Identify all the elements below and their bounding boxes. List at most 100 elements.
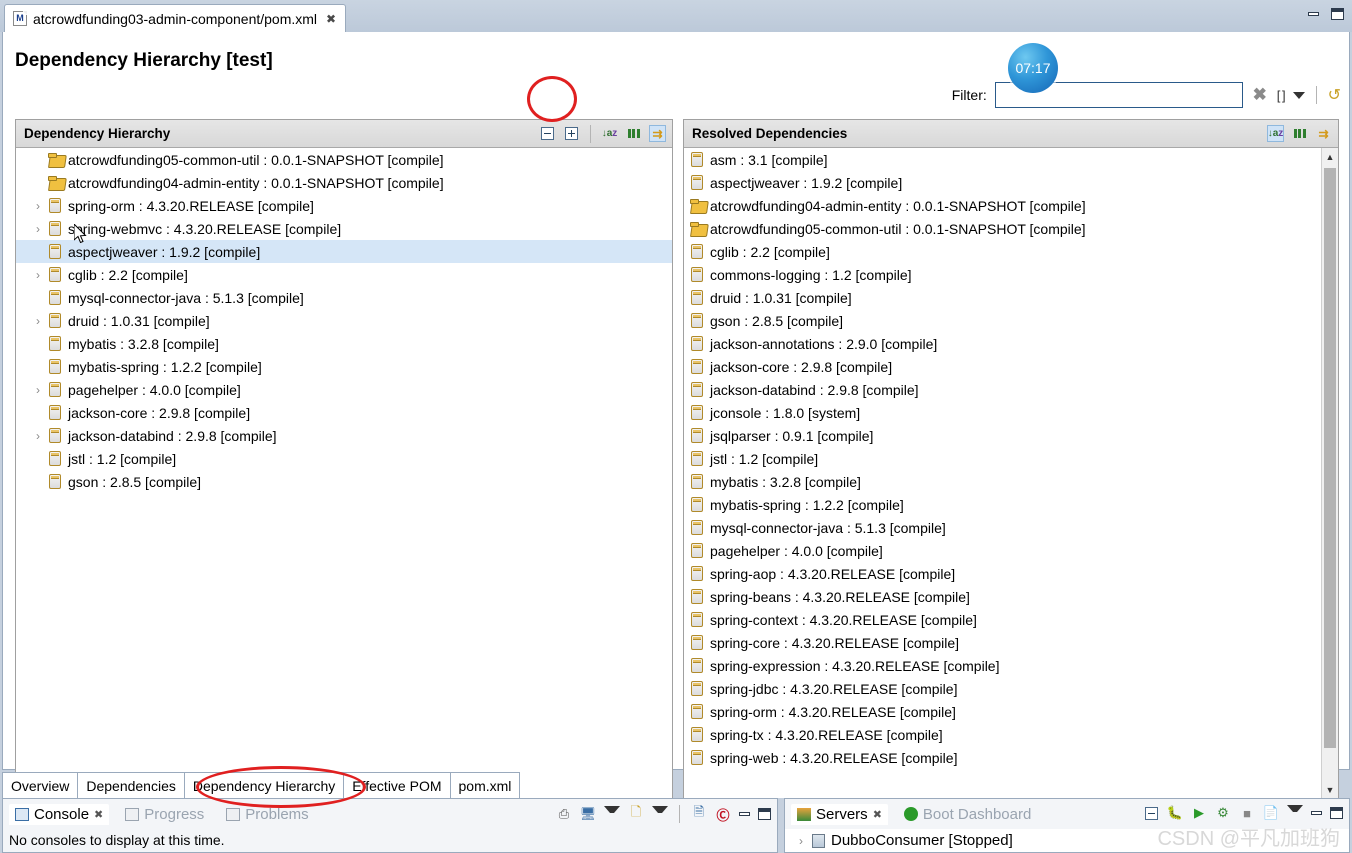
sort-az-button[interactable]: ↓az [601,125,618,142]
close-icon[interactable]: ✖ [873,808,882,821]
resolved-dependency-row[interactable]: atcrowdfunding05-common-util : 0.0.1-SNA… [684,217,1320,240]
maximize-icon[interactable] [1330,807,1343,819]
dependency-hierarchy-tree[interactable]: atcrowdfunding05-common-util : 0.0.1-SNA… [16,148,672,798]
resolved-dependency-row[interactable]: aspectjweaver : 1.9.2 [compile] [684,171,1320,194]
publish-icon[interactable]: 📄 [1263,805,1279,821]
resolved-dependency-row[interactable]: spring-orm : 4.3.20.RELEASE [compile] [684,700,1320,723]
resolved-dependency-row[interactable]: pagehelper : 4.0.0 [compile] [684,539,1320,562]
minimize-icon[interactable] [1308,12,1319,16]
resolved-dependency-row[interactable]: jackson-databind : 2.9.8 [compile] [684,378,1320,401]
servers-tab-servers[interactable]: Servers ✖ [791,803,888,825]
resolved-dependency-row[interactable]: jackson-core : 2.9.8 [compile] [684,355,1320,378]
dependency-tree-row[interactable]: mybatis-spring : 1.2.2 [compile] [16,355,672,378]
editor-tab-pom-xml[interactable]: M atcrowdfunding03-admin-component/pom.x… [4,4,347,32]
clear-icon[interactable]: ✖ [1251,85,1269,105]
expand-arrow-icon[interactable]: › [30,383,46,397]
show-groupid-button[interactable] [1291,125,1308,142]
resolved-dependency-row[interactable]: jstl : 1.2 [compile] [684,447,1320,470]
maximize-icon[interactable] [1331,8,1344,20]
chevron-down-icon[interactable] [604,806,620,822]
stop-icon[interactable]: ■ [1239,805,1255,821]
resolved-dependency-row[interactable]: cglib : 2.2 [compile] [684,240,1320,263]
scroll-down-button[interactable]: ▼ [1322,781,1338,798]
form-tab-dependencies[interactable]: Dependencies [77,772,185,798]
pom-editor-page-tabs[interactable]: Overview Dependencies Dependency Hierarchy… [2,772,521,798]
resolved-dependency-row[interactable]: spring-web : 4.3.20.RELEASE [compile] [684,746,1320,769]
debug-icon[interactable]: 🐛 [1167,805,1183,821]
open-console-icon[interactable]: ⎙ [556,806,572,822]
console-tab-progress[interactable]: Progress [119,804,210,825]
dependency-tree-row[interactable]: › spring-webmvc : 4.3.20.RELEASE [compile… [16,217,672,240]
chevron-down-icon[interactable] [652,806,668,822]
resolved-dependency-row[interactable]: spring-context : 4.3.20.RELEASE [compile… [684,608,1320,631]
dependency-tree-row[interactable]: mybatis : 3.2.8 [compile] [16,332,672,355]
resolved-dependency-row[interactable]: jsqlparser : 0.9.1 [compile] [684,424,1320,447]
resolved-dependency-row[interactable]: mybatis : 3.2.8 [compile] [684,470,1320,493]
expand-arrow-icon[interactable]: › [30,222,46,236]
view-menu-icon[interactable]: 🗎 [691,804,707,822]
dependency-tree-row[interactable]: atcrowdfunding05-common-util : 0.0.1-SNA… [16,148,672,171]
brackets-icon[interactable]: [ ] [1277,88,1286,103]
scrollbar-thumb[interactable] [1324,168,1336,748]
resolved-dependency-row[interactable]: spring-expression : 4.3.20.RELEASE [comp… [684,654,1320,677]
collapse-all-button[interactable] [539,125,556,142]
start-icon[interactable]: ▶ [1191,805,1207,821]
resolved-dependency-row[interactable]: asm : 3.1 [compile] [684,148,1320,171]
profile-icon[interactable]: ⚙ [1215,805,1231,821]
chevron-down-icon[interactable] [1292,91,1305,99]
expand-arrow-icon[interactable]: › [793,834,809,848]
dependency-tree-row[interactable]: › jackson-databind : 2.9.8 [compile] [16,424,672,447]
sort-az-button[interactable]: ↓az [1267,125,1284,142]
resolved-dependency-row[interactable]: commons-logging : 1.2 [compile] [684,263,1320,286]
collapse-all-icon[interactable] [1143,805,1159,821]
resolved-dependency-row[interactable]: druid : 1.0.31 [compile] [684,286,1320,309]
minimize-icon[interactable] [1311,811,1322,815]
vertical-scrollbar[interactable]: ▲ ▼ [1321,148,1338,798]
console-tab-problems[interactable]: Problems [220,804,314,825]
expand-arrow-icon[interactable]: › [30,314,46,328]
new-console-icon[interactable]: 🗋 [628,804,644,822]
form-tab-effective-pom[interactable]: Effective POM [343,772,451,798]
expand-arrow-icon[interactable]: › [30,199,46,213]
dependency-tree-row[interactable]: › druid : 1.0.31 [compile] [16,309,672,332]
dependency-tree-row[interactable]: atcrowdfunding04-admin-entity : 0.0.1-SN… [16,171,672,194]
resolved-dependency-row[interactable]: gson : 2.8.5 [compile] [684,309,1320,332]
dependency-tree-row[interactable]: mysql-connector-java : 5.1.3 [compile] [16,286,672,309]
form-tab-pom-xml[interactable]: pom.xml [449,772,521,798]
maximize-icon[interactable] [758,808,771,820]
refresh-icon[interactable]: ↺ [1328,85,1341,105]
close-icon[interactable]: ✖ [94,808,103,821]
chevron-down-icon[interactable] [1287,805,1303,821]
display-console-icon[interactable]: 🖥 [580,806,597,822]
dependency-tree-row[interactable]: aspectjweaver : 1.9.2 [compile] [16,240,672,263]
form-tab-overview[interactable]: Overview [2,772,79,798]
resolved-dependencies-list[interactable]: asm : 3.1 [compile] aspectjweaver : 1.9.2… [684,148,1320,798]
console-tab-console[interactable]: Console ✖ [9,803,110,825]
expand-arrow-icon[interactable]: › [30,268,46,282]
expand-arrow-icon[interactable]: › [30,429,46,443]
scroll-up-button[interactable]: ▲ [1322,148,1338,165]
resolved-dependency-row[interactable]: spring-jdbc : 4.3.20.RELEASE [compile] [684,677,1320,700]
resolved-dependency-row[interactable]: jackson-annotations : 2.9.0 [compile] [684,332,1320,355]
form-tab-dependency-hierarchy[interactable]: Dependency Hierarchy [183,772,345,798]
link-with-editor-button[interactable]: ⇉ [1315,125,1332,142]
link-with-editor-button[interactable]: ⇉ [649,125,666,142]
expand-all-button[interactable] [563,125,580,142]
resolved-dependency-row[interactable]: spring-beans : 4.3.20.RELEASE [compile] [684,585,1320,608]
dependency-tree-row[interactable]: › cglib : 2.2 [compile] [16,263,672,286]
dependency-tree-row[interactable]: gson : 2.8.5 [compile] [16,470,672,493]
circle-a-icon[interactable]: Ⓒ [715,806,731,823]
resolved-dependency-row[interactable]: atcrowdfunding04-admin-entity : 0.0.1-SN… [684,194,1320,217]
dependency-tree-row[interactable]: jackson-core : 2.9.8 [compile] [16,401,672,424]
dependency-tree-row[interactable]: jstl : 1.2 [compile] [16,447,672,470]
resolved-dependency-row[interactable]: mysql-connector-java : 5.1.3 [compile] [684,516,1320,539]
resolved-dependency-row[interactable]: spring-tx : 4.3.20.RELEASE [compile] [684,723,1320,746]
servers-tab-boot-dashboard[interactable]: Boot Dashboard [898,804,1037,825]
dependency-tree-row[interactable]: › pagehelper : 4.0.0 [compile] [16,378,672,401]
minimize-icon[interactable] [739,812,750,816]
resolved-dependency-row[interactable]: spring-core : 4.3.20.RELEASE [compile] [684,631,1320,654]
show-groupid-button[interactable] [625,125,642,142]
resolved-dependency-row[interactable]: mybatis-spring : 1.2.2 [compile] [684,493,1320,516]
dependency-tree-row[interactable]: › spring-orm : 4.3.20.RELEASE [compile] [16,194,672,217]
resolved-dependency-row[interactable]: jconsole : 1.8.0 [system] [684,401,1320,424]
